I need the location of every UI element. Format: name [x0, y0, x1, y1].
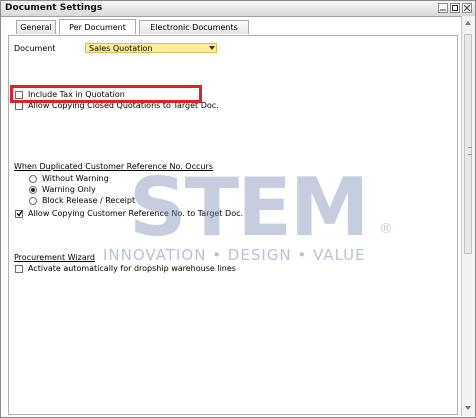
- dropdown-arrow-icon: [207, 44, 216, 52]
- document-settings-window: Document Settings General Per Document E…: [0, 0, 476, 418]
- vertical-scrollbar[interactable]: [461, 16, 475, 416]
- tab-per-document[interactable]: Per Document: [59, 19, 136, 34]
- document-select-value: Sales Quotation: [89, 43, 153, 53]
- maximize-button[interactable]: [450, 3, 460, 13]
- allow-copying-ref-label: Allow Copying Customer Reference No. to …: [28, 209, 244, 218]
- scrollbar-thumb[interactable]: [464, 34, 472, 254]
- scroll-up-icon[interactable]: [464, 19, 472, 27]
- scroll-down-icon[interactable]: [464, 404, 472, 412]
- minimize-button[interactable]: [438, 3, 448, 13]
- duplicate-ref-heading: When Duplicated Customer Reference No. O…: [14, 162, 213, 171]
- allow-copying-ref-row[interactable]: Allow Copying Customer Reference No. to …: [15, 209, 243, 218]
- radio-block-release[interactable]: Block Release / Receipt: [29, 196, 135, 205]
- radio-without-warning[interactable]: Without Warning: [29, 174, 109, 183]
- grip-icon: [468, 147, 472, 155]
- checkmark-icon: [16, 210, 22, 217]
- document-select[interactable]: Sales Quotation: [85, 43, 217, 53]
- activate-dropship-checkbox[interactable]: [15, 264, 23, 273]
- tab-strip: General Per Document Electronic Document…: [16, 19, 249, 35]
- tab-general[interactable]: General: [16, 20, 56, 34]
- radio-button[interactable]: [29, 174, 37, 183]
- activate-dropship-label: Activate automatically for dropship ware…: [28, 264, 236, 273]
- radio-button[interactable]: [29, 196, 37, 205]
- document-label: Document: [14, 44, 56, 53]
- radio-dot: [31, 187, 35, 192]
- close-icon: [464, 5, 470, 11]
- radio-button-selected[interactable]: [29, 185, 37, 194]
- window-title: Document Settings: [5, 3, 103, 13]
- highlight-box: [10, 85, 202, 103]
- allow-copying-ref-checkbox[interactable]: [15, 209, 23, 218]
- activate-dropship-row[interactable]: Activate automatically for dropship ware…: [15, 264, 236, 273]
- title-bar[interactable]: Document Settings: [1, 1, 475, 17]
- procurement-heading: Procurement Wizard: [14, 253, 95, 262]
- tab-electronic-documents[interactable]: Electronic Documents: [139, 20, 249, 34]
- window-controls: [438, 3, 472, 13]
- close-button[interactable]: [462, 3, 472, 13]
- maximize-icon: [452, 5, 458, 11]
- radio-warning-only[interactable]: Warning Only: [29, 185, 96, 194]
- minimize-icon: [440, 9, 446, 11]
